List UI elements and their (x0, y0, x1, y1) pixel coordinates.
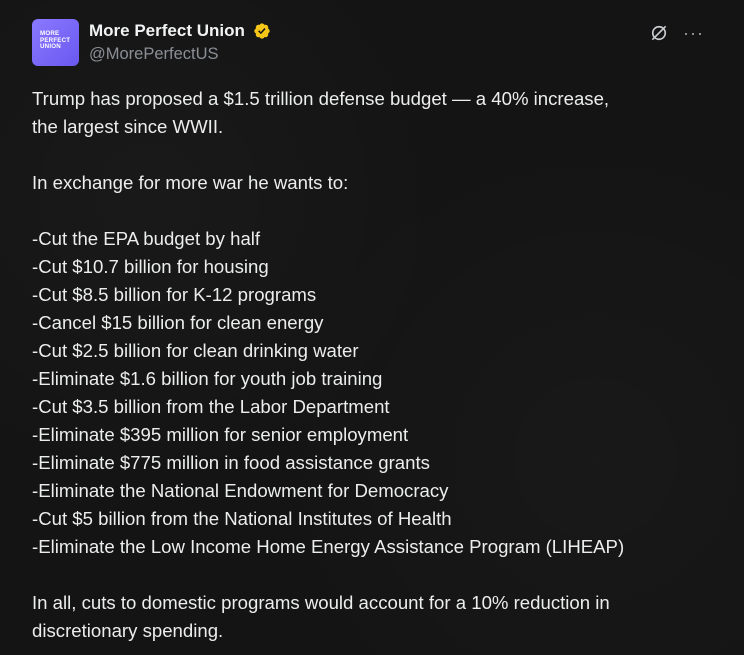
grok-icon[interactable] (649, 23, 669, 43)
conclusion-line: discretionary spending. (32, 620, 224, 641)
avatar-logo-text: MORE PERFECT UNION (40, 30, 71, 51)
tweet: MORE PERFECT UNION More Perfect Union @M… (0, 0, 744, 655)
cut-item: -Cut $5 billion from the National Instit… (32, 508, 452, 529)
cut-item: -Cut $10.7 billion for housing (32, 256, 269, 277)
cut-item: -Eliminate $1.6 billion for youth job tr… (32, 368, 383, 389)
cut-item: -Cut $3.5 billion from the Labor Departm… (32, 396, 390, 417)
exchange-line: In exchange for more war he wants to: (32, 172, 349, 193)
author-names: More Perfect Union @MorePerfectUS (89, 21, 271, 64)
cut-item: -Eliminate the National Endowment for De… (32, 480, 449, 501)
author-handle[interactable]: @MorePerfectUS (89, 45, 271, 64)
author-display-name[interactable]: More Perfect Union (89, 21, 245, 41)
avatar[interactable]: MORE PERFECT UNION (32, 19, 79, 66)
conclusion-line: In all, cuts to domestic programs would … (32, 592, 610, 613)
intro-line: the largest since WWII. (32, 116, 224, 137)
intro-line: Trump has proposed a $1.5 trillion defen… (32, 88, 610, 109)
more-options-icon[interactable]: ··· (683, 23, 704, 43)
cut-item: -Cut the EPA budget by half (32, 228, 261, 249)
cut-item: -Eliminate the Low Income Home Energy As… (32, 536, 625, 557)
verified-badge-icon (254, 23, 270, 39)
cut-item: -Cancel $15 billion for clean energy (32, 312, 324, 333)
cut-item: -Cut $2.5 billion for clean drinking wat… (32, 340, 359, 361)
tweet-text: Trump has proposed a $1.5 trillion defen… (32, 85, 722, 645)
tweet-actions: ··· (649, 23, 704, 43)
cut-item: -Eliminate $395 million for senior emplo… (32, 424, 409, 445)
tweet-header: MORE PERFECT UNION More Perfect Union @M… (32, 19, 704, 69)
cut-item: -Cut $8.5 billion for K-12 programs (32, 284, 317, 305)
cut-item: -Eliminate $775 million in food assistan… (32, 452, 430, 473)
